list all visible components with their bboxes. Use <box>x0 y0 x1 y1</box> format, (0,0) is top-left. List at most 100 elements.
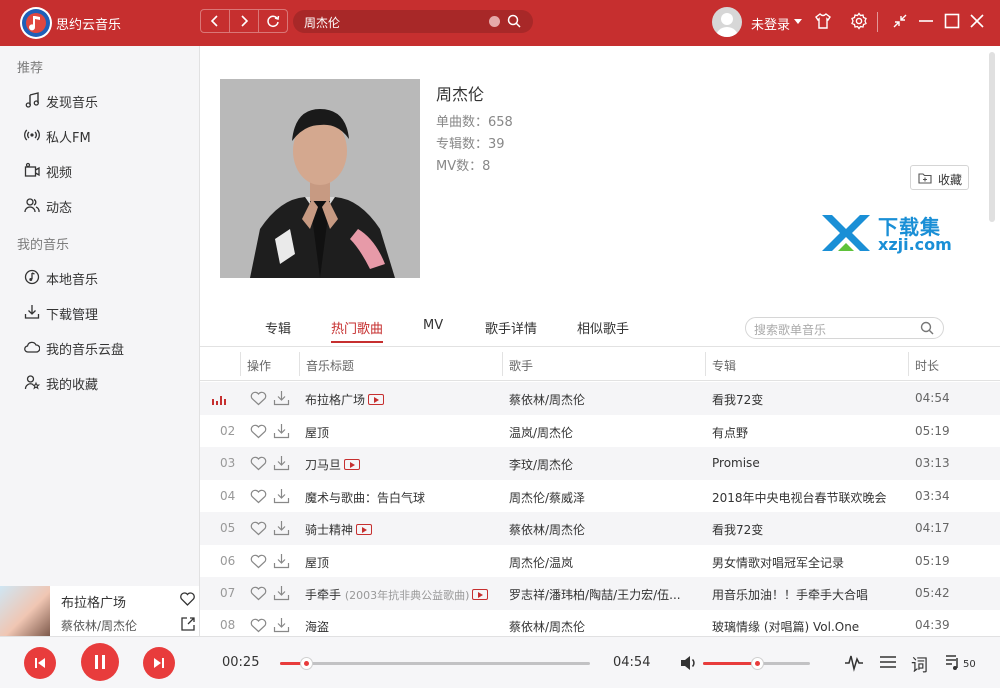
user-avatar[interactable] <box>712 7 742 37</box>
forward-button[interactable] <box>230 10 259 32</box>
heart-icon[interactable] <box>179 591 196 610</box>
song-title[interactable]: 刀马旦 <box>305 456 361 473</box>
like-heart-icon[interactable] <box>250 489 267 507</box>
search-icon[interactable] <box>507 14 521 31</box>
song-artist[interactable]: 李玟/周杰伦 <box>509 456 699 473</box>
column-header-title[interactable]: 音乐标题 <box>306 357 354 374</box>
song-album[interactable]: 有点野 <box>712 424 904 441</box>
chevron-down-icon[interactable] <box>794 19 802 24</box>
sidebar-item-discover[interactable]: 发现音乐 <box>0 85 199 115</box>
song-album[interactable]: 用音乐加油！！手牵手大合唱 <box>712 586 904 603</box>
download-icon[interactable] <box>273 617 290 636</box>
tab-artist-details[interactable]: 歌手详情 <box>485 318 537 337</box>
table-row[interactable]: 06 屋顶 周杰伦/温岚 男女情歌对唱冠军全记录 05:19 <box>200 545 1000 578</box>
column-divider[interactable] <box>502 352 503 376</box>
volume-slider[interactable] <box>703 657 810 670</box>
download-icon[interactable] <box>273 585 290 604</box>
back-button[interactable] <box>201 10 230 32</box>
lyrics-button[interactable]: 词 <box>911 651 928 676</box>
table-row[interactable]: 布拉格广场 蔡依林/周杰伦 看我72变 04:54 <box>200 382 1000 415</box>
column-divider[interactable] <box>908 352 909 376</box>
pause-button[interactable] <box>81 643 119 681</box>
now-playing-panel[interactable]: 布拉格广场 蔡依林/周杰伦 <box>0 586 200 636</box>
volume-icon[interactable] <box>679 654 699 675</box>
sound-effect-icon[interactable] <box>844 652 864 675</box>
share-icon[interactable] <box>180 616 196 635</box>
download-icon[interactable] <box>273 423 290 442</box>
login-status[interactable]: 未登录 <box>751 14 790 33</box>
progress-slider[interactable] <box>280 657 590 670</box>
sidebar-item-cloud-drive[interactable]: 我的音乐云盘 <box>0 332 199 362</box>
skin-shirt-icon[interactable] <box>814 12 832 33</box>
download-icon[interactable] <box>273 390 290 409</box>
song-title[interactable]: 屋顶 <box>305 554 329 571</box>
volume-handle[interactable] <box>751 657 764 670</box>
mv-play-icon[interactable] <box>344 459 361 470</box>
clear-search-icon[interactable] <box>489 16 500 27</box>
like-heart-icon[interactable] <box>250 391 267 409</box>
sidebar-item-fm[interactable]: 私人FM <box>0 120 199 150</box>
sidebar-item-collection[interactable]: 我的收藏 <box>0 367 199 397</box>
column-header-artist[interactable]: 歌手 <box>509 357 533 374</box>
download-icon[interactable] <box>273 520 290 539</box>
download-icon[interactable] <box>273 455 290 474</box>
table-row[interactable]: 03 刀马旦 李玟/周杰伦 Promise 03:13 <box>200 447 1000 480</box>
like-heart-icon[interactable] <box>250 618 267 636</box>
sidebar-item-video[interactable]: 视频 <box>0 155 199 185</box>
song-title[interactable]: 布拉格广场 <box>305 391 385 408</box>
search-input[interactable]: 周杰伦 <box>293 10 533 33</box>
song-title[interactable]: 手牵手 (2003年抗非典公益歌曲) <box>305 586 489 603</box>
progress-handle[interactable] <box>300 657 313 670</box>
mini-mode-icon[interactable] <box>891 12 909 33</box>
song-artist[interactable]: 蔡依林/周杰伦 <box>509 618 699 635</box>
now-playing-cover[interactable] <box>0 586 50 636</box>
close-icon[interactable] <box>968 12 986 33</box>
song-artist[interactable]: 罗志祥/潘玮柏/陶喆/王力宏/伍... <box>509 586 699 603</box>
tab-albums[interactable]: 专辑 <box>265 318 291 337</box>
song-title[interactable]: 海盗 <box>305 618 329 635</box>
tab-similar-artists[interactable]: 相似歌手 <box>577 318 629 337</box>
mv-play-icon[interactable] <box>368 394 385 405</box>
gear-icon[interactable] <box>850 12 868 33</box>
like-heart-icon[interactable] <box>250 586 267 604</box>
like-heart-icon[interactable] <box>250 424 267 442</box>
mv-play-icon[interactable] <box>356 524 373 535</box>
download-icon[interactable] <box>273 488 290 507</box>
minimize-icon[interactable] <box>917 12 935 33</box>
song-artist[interactable]: 周杰伦/温岚 <box>509 554 699 571</box>
download-icon[interactable] <box>273 553 290 572</box>
table-row[interactable]: 04 魔术与歌曲：告白气球 周杰伦/蔡威泽 2018年中央电视台春节联欢晚会 0… <box>200 480 1000 513</box>
song-artist[interactable]: 蔡依林/周杰伦 <box>509 521 699 538</box>
song-album[interactable]: 看我72变 <box>712 521 904 538</box>
song-title[interactable]: 骑士精神 <box>305 521 373 538</box>
playlist-icon[interactable] <box>944 652 964 675</box>
like-heart-icon[interactable] <box>250 554 267 572</box>
song-artist[interactable]: 周杰伦/蔡威泽 <box>509 489 699 506</box>
column-header-album[interactable]: 专辑 <box>712 357 736 374</box>
search-icon[interactable] <box>920 321 934 338</box>
play-mode-icon[interactable] <box>878 652 898 675</box>
song-title[interactable]: 魔术与歌曲：告白气球 <box>305 489 425 506</box>
song-artist[interactable]: 蔡依林/周杰伦 <box>509 391 699 408</box>
vertical-scrollbar[interactable] <box>989 52 995 222</box>
like-heart-icon[interactable] <box>250 456 267 474</box>
refresh-button[interactable] <box>259 10 287 32</box>
song-album[interactable]: 2018年中央电视台春节联欢晚会 <box>712 489 904 506</box>
table-row[interactable]: 05 骑士精神 蔡依林/周杰伦 看我72变 04:17 <box>200 512 1000 545</box>
next-track-button[interactable] <box>143 647 175 679</box>
table-row[interactable]: 02 屋顶 温岚/周杰伦 有点野 05:19 <box>200 415 1000 448</box>
table-row[interactable]: 08 海盗 蔡依林/周杰伦 玻璃情缘 (对唱篇) Vol.One 04:39 <box>200 609 1000 636</box>
song-album[interactable]: 看我72变 <box>712 391 904 408</box>
song-album[interactable]: Promise <box>712 456 904 470</box>
column-header-duration[interactable]: 时长 <box>915 357 939 374</box>
mv-play-icon[interactable] <box>472 589 489 600</box>
app-logo-icon[interactable] <box>20 7 52 39</box>
song-album[interactable]: 玻璃情缘 (对唱篇) Vol.One <box>712 618 904 635</box>
sidebar-item-local-music[interactable]: 本地音乐 <box>0 262 199 292</box>
favorite-artist-button[interactable]: 收藏 <box>910 165 969 190</box>
table-row[interactable]: 07 手牵手 (2003年抗非典公益歌曲) 罗志祥/潘玮柏/陶喆/王力宏/伍..… <box>200 577 1000 610</box>
sidebar-item-downloads[interactable]: 下载管理 <box>0 297 199 327</box>
maximize-icon[interactable] <box>943 12 961 33</box>
tab-mv[interactable]: MV <box>423 318 443 333</box>
song-album[interactable]: 男女情歌对唱冠军全记录 <box>712 554 904 571</box>
